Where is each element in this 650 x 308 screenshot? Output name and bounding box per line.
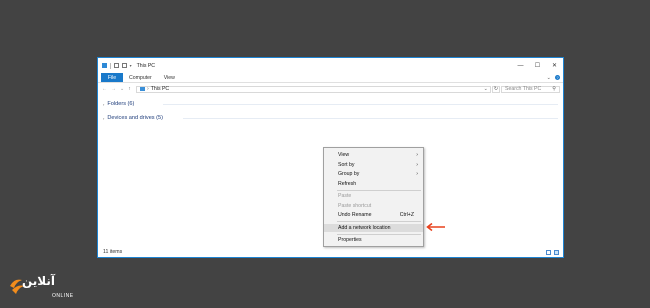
- up-button[interactable]: ↑: [128, 86, 131, 92]
- menu-item-view[interactable]: View ›: [324, 151, 423, 159]
- minimize-button[interactable]: —: [512, 58, 529, 73]
- ribbon-tabs: File Computer View ⌄ ?: [98, 73, 563, 83]
- menu-item-shortcut: Ctrl+Z: [399, 212, 414, 218]
- menu-item-label: View: [338, 152, 350, 158]
- close-button[interactable]: ✕: [546, 58, 563, 73]
- menu-item-add-network-location[interactable]: Add a network location: [324, 223, 423, 232]
- menu-separator: [337, 189, 421, 191]
- quick-access-toolbar: ▾: [102, 62, 132, 69]
- submenu-arrow-icon: ›: [416, 171, 418, 177]
- tab-computer[interactable]: Computer: [123, 73, 158, 82]
- tiles-view-icon[interactable]: [554, 249, 559, 255]
- item-count: 11 items: [103, 249, 123, 255]
- window-title: This PC: [136, 62, 156, 69]
- breadcrumb-separator-icon[interactable]: ›: [147, 86, 149, 92]
- menu-item-paste-shortcut: Paste shortcut: [324, 202, 423, 210]
- refresh-button[interactable]: ↻: [492, 85, 500, 93]
- menu-item-label: Refresh: [338, 180, 357, 187]
- menu-item-label: Undo Rename: [338, 212, 372, 218]
- search-icon: ⚲: [552, 86, 556, 92]
- menu-item-label: Add a network location: [338, 224, 391, 231]
- red-arrow-icon: [426, 222, 445, 232]
- explorer-icon: [102, 63, 107, 68]
- menu-separator: [337, 233, 421, 235]
- properties-icon[interactable]: [113, 63, 119, 68]
- tab-file[interactable]: File: [101, 73, 123, 82]
- ribbon-expand-icon[interactable]: ⌄: [547, 75, 551, 81]
- chevron-right-icon: ›: [103, 115, 105, 121]
- menu-item-label: Paste: [338, 193, 352, 199]
- ribbon-right: ⌄ ?: [547, 73, 560, 82]
- breadcrumb-this-pc[interactable]: This PC: [151, 86, 169, 92]
- status-bar: 11 items: [98, 247, 563, 257]
- group-label: Folders (6): [107, 101, 135, 107]
- recent-locations-icon[interactable]: ⌄: [120, 86, 124, 92]
- new-folder-icon[interactable]: [121, 63, 127, 68]
- menu-item-refresh[interactable]: Refresh: [324, 180, 423, 188]
- group-label: Devices and drives (5): [107, 115, 163, 121]
- group-divider: [163, 104, 558, 105]
- window-controls: — ☐ ✕: [512, 58, 563, 73]
- nav-buttons: ← → ⌄ ↑: [102, 86, 131, 92]
- details-view-icon[interactable]: [546, 249, 551, 255]
- group-devices-and-drives[interactable]: › Devices and drives (5): [103, 115, 558, 121]
- address-dropdown-icon[interactable]: ⌄: [484, 86, 488, 92]
- context-menu: View › Sort by › Group by › Refresh Past…: [323, 147, 424, 247]
- logo-subtext: ONLINE: [52, 293, 74, 299]
- this-pc-icon: [140, 87, 145, 91]
- menu-separator: [337, 221, 421, 222]
- view-buttons: [546, 249, 559, 255]
- menu-item-properties[interactable]: Properties: [324, 236, 423, 244]
- logo-text: آنلاین: [22, 274, 56, 288]
- group-divider: [183, 118, 558, 119]
- search-input[interactable]: Search This PC ⚲: [501, 85, 560, 93]
- back-button[interactable]: ←: [102, 86, 107, 92]
- menu-item-label: Paste shortcut: [338, 202, 372, 209]
- submenu-arrow-icon: ›: [416, 161, 418, 168]
- help-icon[interactable]: ?: [555, 75, 560, 80]
- menu-item-group-by[interactable]: Group by ›: [324, 170, 423, 178]
- address-bar[interactable]: › This PC ⌄: [136, 85, 491, 93]
- menu-item-paste: Paste: [324, 192, 423, 200]
- group-folders[interactable]: › Folders (6): [103, 101, 558, 107]
- menu-item-label: Group by: [338, 171, 360, 177]
- maximize-button[interactable]: ☐: [529, 58, 546, 73]
- chevron-right-icon: ›: [103, 101, 105, 107]
- menu-item-undo-rename[interactable]: Undo Rename Ctrl+Z: [324, 211, 423, 219]
- customize-toolbar-icon[interactable]: ▾: [130, 63, 132, 68]
- toolbar-divider: [110, 62, 111, 69]
- submenu-arrow-icon: ›: [416, 152, 418, 158]
- menu-item-sort-by[interactable]: Sort by ›: [324, 161, 423, 169]
- forward-button[interactable]: →: [111, 86, 116, 92]
- tab-view[interactable]: View: [158, 73, 181, 82]
- navigation-bar: ← → ⌄ ↑ › This PC ⌄ ↻ Search This PC ⚲: [98, 83, 563, 95]
- search-placeholder: Search This PC: [505, 86, 542, 92]
- title-bar: ▾ This PC — ☐ ✕: [98, 58, 563, 73]
- menu-item-label: Properties: [338, 237, 362, 243]
- menu-item-label: Sort by: [338, 161, 355, 168]
